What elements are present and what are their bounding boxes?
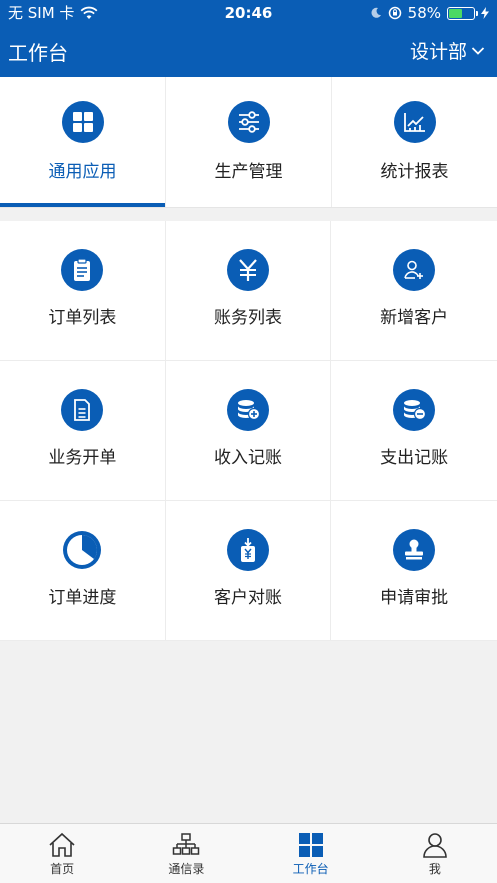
tab-workbench[interactable]: 工作台 bbox=[249, 824, 373, 883]
chart-icon bbox=[393, 101, 436, 143]
cell-label: 业务开单 bbox=[48, 448, 117, 468]
income-entry-button[interactable]: 收入记账 bbox=[165, 361, 332, 501]
customer-reconciliation-button[interactable]: 客户对账 bbox=[165, 501, 332, 641]
nav-bar: 工作台 设计部 bbox=[0, 26, 497, 77]
cell-label: 申请审批 bbox=[380, 588, 449, 608]
create-business-order-button[interactable]: 业务开单 bbox=[0, 361, 166, 501]
battery-icon bbox=[447, 6, 478, 20]
bottom-tab-bar: 首页 通信录 工作台 我 bbox=[0, 823, 497, 883]
department-label: 设计部 bbox=[409, 41, 467, 63]
tab-label: 生产管理 bbox=[214, 162, 283, 182]
cell-label: 订单进度 bbox=[48, 588, 117, 608]
document-icon bbox=[61, 389, 104, 431]
order-list-button[interactable]: 订单列表 bbox=[0, 221, 166, 361]
person-icon bbox=[423, 833, 447, 858]
cell-label: 账务列表 bbox=[213, 308, 282, 328]
home-icon bbox=[49, 832, 75, 857]
app-grid: 订单列表 账务列表 新增客户 业务开单 收入记账 支出记账 订单进度 客户对账 … bbox=[0, 221, 497, 641]
add-customer-button[interactable]: 新增客户 bbox=[331, 221, 497, 361]
tab-me[interactable]: 我 bbox=[373, 824, 497, 883]
cell-label: 客户对账 bbox=[213, 588, 282, 608]
department-selector[interactable]: 设计部 bbox=[410, 37, 485, 64]
tab-label: 我 bbox=[428, 862, 441, 876]
workbench-icon bbox=[298, 833, 323, 857]
tab-label: 通用应用 bbox=[48, 162, 117, 182]
status-right: 58% bbox=[370, 0, 489, 26]
grid-icon bbox=[61, 101, 104, 143]
tab-label: 统计报表 bbox=[380, 162, 449, 182]
header: 无 SIM 卡 20:46 58% 工作台 设计部 bbox=[0, 0, 497, 77]
clipboard-icon bbox=[61, 249, 104, 291]
cell-label: 支出记账 bbox=[380, 448, 449, 468]
tab-contacts[interactable]: 通信录 bbox=[124, 824, 248, 883]
yen-receipt-icon bbox=[226, 529, 269, 571]
coins-minus-icon bbox=[393, 389, 436, 431]
tab-label: 首页 bbox=[50, 862, 75, 876]
coins-plus-icon bbox=[226, 389, 269, 431]
charging-icon bbox=[481, 7, 489, 19]
cell-label: 订单列表 bbox=[48, 308, 117, 328]
category-tabs: 通用应用 生产管理 统计报表 bbox=[0, 77, 497, 208]
cell-label: 新增客户 bbox=[380, 308, 449, 328]
pie-progress-icon bbox=[63, 531, 102, 569]
tab-statistics[interactable]: 统计报表 bbox=[332, 77, 497, 207]
account-list-button[interactable]: 账务列表 bbox=[165, 221, 332, 361]
battery-percent: 58% bbox=[407, 4, 441, 22]
yen-icon bbox=[226, 249, 269, 291]
active-tab-indicator bbox=[0, 203, 165, 207]
battery-fill bbox=[449, 8, 463, 18]
org-chart-icon bbox=[173, 833, 200, 855]
tab-label: 通信录 bbox=[168, 862, 205, 876]
expense-entry-button[interactable]: 支出记账 bbox=[331, 361, 497, 501]
stamp-icon bbox=[393, 529, 436, 571]
add-user-icon bbox=[393, 249, 436, 291]
tab-general-apps[interactable]: 通用应用 bbox=[0, 77, 166, 207]
cell-label: 收入记账 bbox=[213, 448, 282, 468]
moon-icon bbox=[371, 7, 381, 18]
tab-production[interactable]: 生产管理 bbox=[166, 77, 332, 207]
orientation-lock-icon bbox=[388, 6, 401, 20]
page-title: 工作台 bbox=[8, 41, 68, 65]
chevron-down-icon bbox=[471, 46, 485, 55]
tab-home[interactable]: 首页 bbox=[0, 824, 124, 883]
apply-approval-button[interactable]: 申请审批 bbox=[331, 501, 497, 641]
tab-label: 工作台 bbox=[292, 862, 329, 876]
sliders-icon bbox=[227, 101, 270, 143]
status-bar: 无 SIM 卡 20:46 58% bbox=[0, 0, 497, 26]
order-progress-button[interactable]: 订单进度 bbox=[0, 501, 166, 641]
